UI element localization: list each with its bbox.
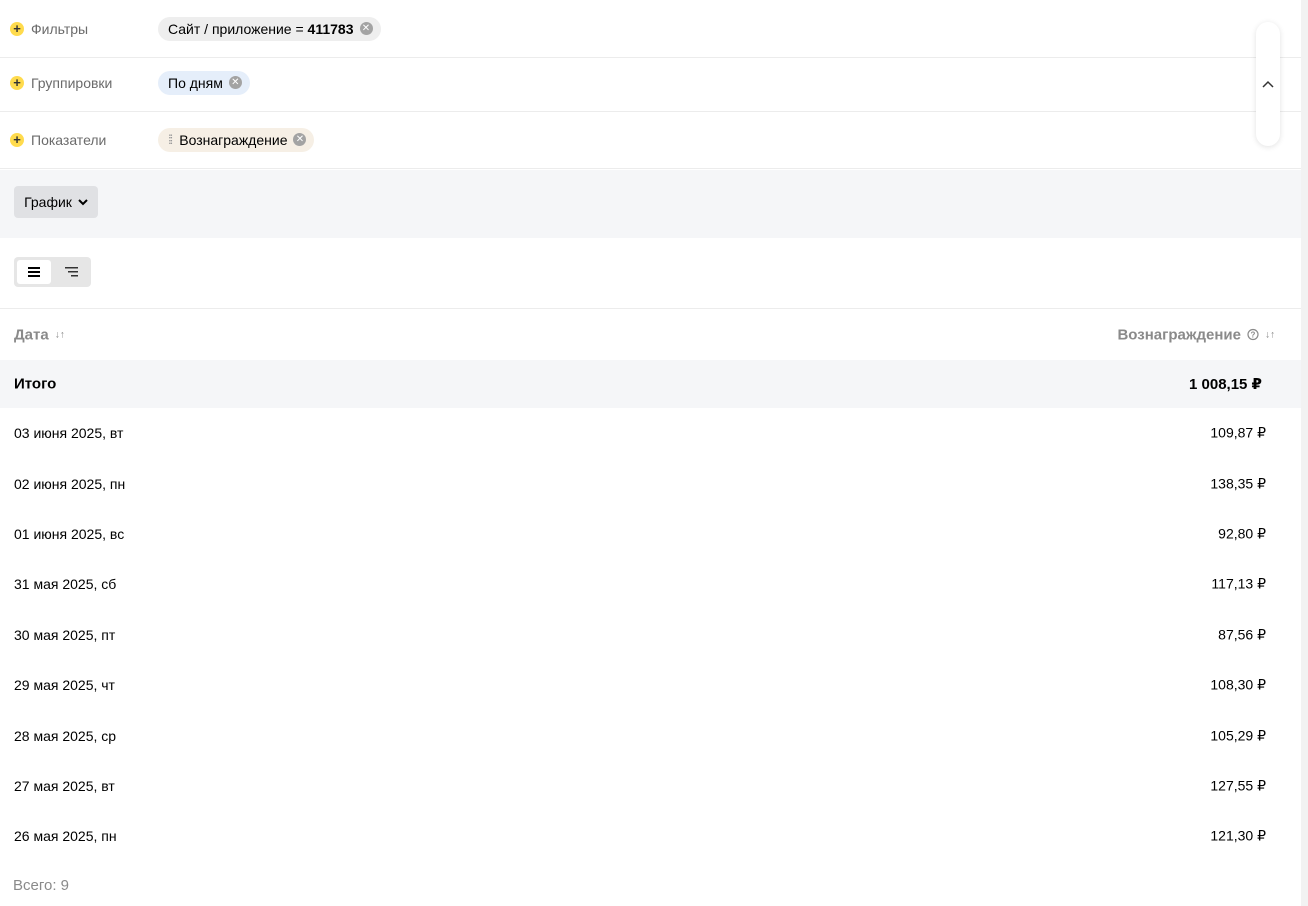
row-date: 02 июня 2025, пн [14,475,126,492]
metrics-row: + Показатели ⁞⁞ Вознаграждение ✕ [0,111,1301,169]
flat-list-view-button[interactable] [17,260,51,284]
table-row: 30 мая 2025, пт 87,56 ₽ [0,610,1301,660]
row-date: 30 мая 2025, пт [14,626,116,643]
row-date: 31 мая 2025, сб [14,576,117,593]
filter-chip-value: 411783 [307,20,354,37]
row-date: 03 июня 2025, вт [14,425,124,442]
row-date: 27 мая 2025, вт [14,777,115,794]
list-icon [28,267,40,277]
table-body: 03 июня 2025, вт 109,87 ₽ 02 июня 2025, … [0,408,1301,862]
row-value: 127,55 ₽ [1210,777,1266,794]
table-row: 28 мая 2025, ср 105,29 ₽ [0,710,1301,760]
table-row: 31 мая 2025, сб 117,13 ₽ [0,559,1301,609]
row-value: 109,87 ₽ [1210,424,1266,441]
total-value: 1 008,15 ₽ [1189,376,1262,393]
filter-chip-text: Сайт / приложение = [168,20,308,37]
row-value: 108,30 ₽ [1210,676,1266,693]
add-filter-button[interactable]: + Фильтры [10,21,88,37]
groupings-row: + Группировки По дням ✕ [0,54,1301,112]
row-value: 117,13 ₽ [1211,575,1266,592]
collapse-panel-button[interactable] [1256,22,1280,146]
chart-dropdown-button[interactable]: График [14,186,98,218]
metric-chip-label: Вознаграждение [179,131,288,148]
table-header: Дата ↓↑ Вознаграждение ? ↓↑ [0,308,1301,361]
view-mode-band: График [0,170,1301,238]
date-column-header[interactable]: Дата ↓↑ [14,326,65,343]
row-value: 105,29 ₽ [1210,727,1266,744]
plus-icon: + [10,21,24,36]
report-page: + Фильтры Сайт / приложение = 411783 ✕ +… [0,0,1301,906]
grouping-chip-label: По дням [168,74,223,91]
grouping-chip[interactable]: По дням ✕ [158,70,250,95]
table-row: 02 июня 2025, пн 138,35 ₽ [0,458,1301,508]
date-column-label: Дата [14,326,49,343]
remove-filter-icon[interactable]: ✕ [359,22,373,35]
reward-column-label: Вознаграждение [1117,326,1241,343]
table-row: 27 мая 2025, вт 127,55 ₽ [0,761,1301,811]
metrics-label: Показатели [31,131,107,148]
row-value: 138,35 ₽ [1210,475,1266,492]
row-date: 29 мая 2025, чт [14,677,115,694]
chevron-up-icon [1262,80,1274,88]
filters-row: + Фильтры Сайт / приложение = 411783 ✕ [0,0,1301,58]
table-view-toggle [14,257,91,287]
add-grouping-button[interactable]: + Группировки [10,75,112,91]
row-date: 01 июня 2025, вс [14,525,125,542]
tree-list-icon [64,267,78,277]
sort-icon[interactable]: ↓↑ [55,329,65,340]
drag-handle-icon[interactable]: ⁞⁞ [168,132,173,147]
scrollbar[interactable] [1301,0,1308,906]
add-metric-button[interactable]: + Показатели [10,132,106,148]
chart-button-label: График [24,194,72,210]
row-value: 87,56 ₽ [1218,626,1266,643]
groupings-label: Группировки [31,74,113,91]
table-row: 29 мая 2025, чт 108,30 ₽ [0,660,1301,710]
total-count: Всего: 9 [13,877,70,894]
row-date: 26 мая 2025, пн [14,828,117,845]
tree-view-button[interactable] [54,260,88,284]
plus-icon: + [10,75,24,90]
help-icon[interactable]: ? [1247,328,1259,341]
table-row: 03 июня 2025, вт 109,87 ₽ [0,408,1301,458]
table-row: 26 мая 2025, пн 121,30 ₽ [0,811,1301,861]
metric-chip[interactable]: ⁞⁞ Вознаграждение ✕ [158,127,315,152]
filters-label: Фильтры [31,20,89,37]
table-row: 01 июня 2025, вс 92,80 ₽ [0,509,1301,559]
reward-column-header[interactable]: Вознаграждение ? ↓↑ [1117,326,1275,343]
sort-icon[interactable]: ↓↑ [1265,329,1275,340]
row-date: 28 мая 2025, ср [14,727,117,744]
remove-metric-icon[interactable]: ✕ [293,133,307,146]
total-label: Итого [14,375,57,393]
filter-chip[interactable]: Сайт / приложение = 411783 ✕ [158,16,381,41]
row-value: 92,80 ₽ [1218,525,1266,542]
total-row: Итого 1 008,15 ₽ [0,360,1301,408]
chevron-down-icon [78,198,88,205]
row-value: 121,30 ₽ [1210,827,1266,844]
plus-icon: + [10,132,24,147]
remove-grouping-icon[interactable]: ✕ [228,76,242,89]
svg-text:?: ? [1251,331,1256,340]
